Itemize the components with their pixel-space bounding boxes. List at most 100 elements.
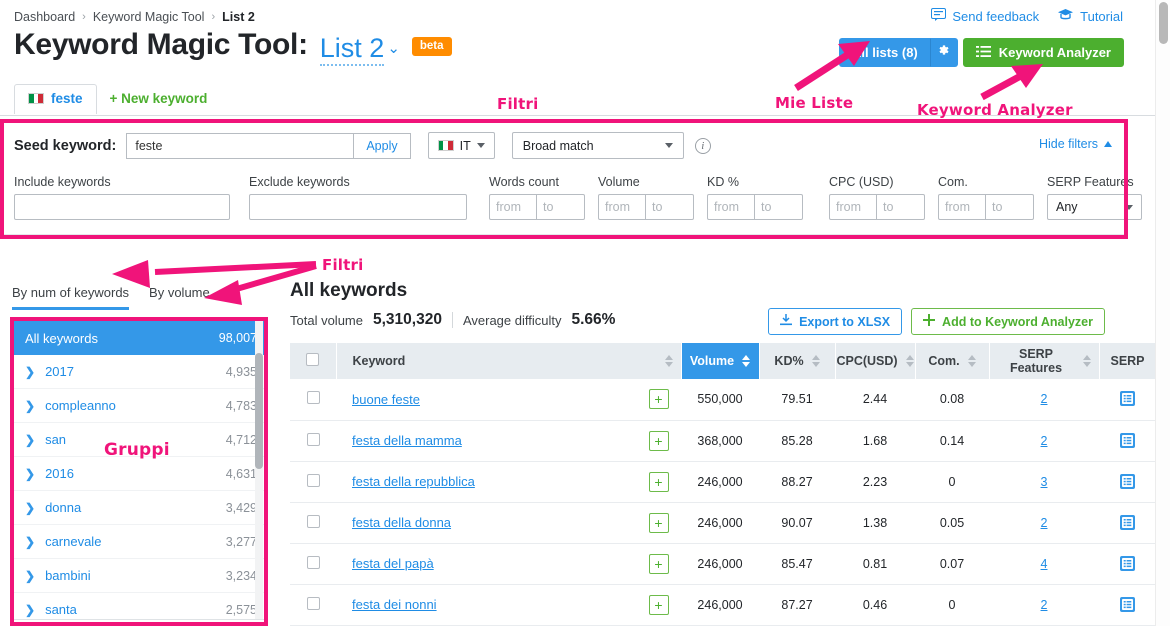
summary-divider (451, 312, 453, 328)
serp-report-icon[interactable] (1120, 473, 1136, 489)
send-feedback-link[interactable]: Send feedback (931, 8, 1039, 24)
serp-report-icon[interactable] (1120, 391, 1136, 407)
cpc-to-input[interactable] (877, 194, 925, 220)
header-cpc[interactable]: CPC(USD) (835, 343, 916, 379)
italy-flag-icon (437, 140, 454, 151)
group-row[interactable]: ❯ carnevale 3,277 (13, 525, 267, 559)
add-keyword-button[interactable]: + (648, 471, 669, 492)
group-row[interactable]: ❯ bambini 3,234 (13, 559, 267, 593)
serp-report-icon[interactable] (1120, 555, 1136, 571)
com-to-input[interactable] (986, 194, 1034, 220)
serp-features-link[interactable]: 2 (1041, 434, 1048, 448)
add-keyword-button[interactable]: + (648, 430, 669, 451)
add-to-keyword-analyzer-button[interactable]: Add to Keyword Analyzer (911, 308, 1105, 335)
include-keywords-input[interactable] (14, 194, 230, 220)
group-row[interactable]: ❯ 2017 4,935 (13, 355, 267, 389)
com-from-input[interactable] (938, 194, 986, 220)
volume-from-input[interactable] (598, 194, 646, 220)
sort-icon (811, 355, 820, 367)
header-com[interactable]: Com. (915, 343, 990, 379)
serp-features-link[interactable]: 3 (1041, 475, 1048, 489)
keywords-table: Keyword Volume KD% CPC(USD) Com. SERP Fe… (290, 343, 1157, 626)
serp-features-link[interactable]: 4 (1041, 557, 1048, 571)
chevron-right-icon[interactable]: ❯ (25, 433, 35, 447)
tab-feste[interactable]: feste (14, 84, 97, 114)
beta-badge: beta (411, 37, 452, 56)
group-row[interactable]: ❯ 2016 4,631 (13, 457, 267, 491)
new-keyword-tab[interactable]: + New keyword (97, 84, 221, 114)
page-scrollbar[interactable] (1155, 0, 1170, 626)
chevron-right-icon[interactable]: ❯ (25, 603, 35, 617)
add-keyword-button[interactable]: + (648, 553, 669, 574)
keyword-link[interactable]: buone feste (352, 392, 420, 407)
keyword-link[interactable]: festa della repubblica (352, 474, 475, 489)
breadcrumb-item-keyword-magic-tool[interactable]: Keyword Magic Tool (93, 10, 205, 24)
row-checkbox[interactable] (306, 432, 320, 446)
add-keyword-button[interactable]: + (648, 594, 669, 615)
chevron-right-icon[interactable]: ❯ (25, 467, 35, 481)
header-volume[interactable]: Volume (681, 343, 760, 379)
add-keyword-button[interactable]: + (648, 389, 669, 410)
exclude-keywords-group: Exclude keywords (249, 175, 467, 220)
words-count-from-input[interactable] (489, 194, 537, 220)
keyword-link[interactable]: festa del papà (352, 556, 434, 571)
cpc-from-input[interactable] (829, 194, 877, 220)
tutorial-link[interactable]: Tutorial (1057, 8, 1123, 24)
chevron-right-icon[interactable]: ❯ (25, 399, 35, 413)
group-row[interactable]: ❯ donna 3,429 (13, 491, 267, 525)
chevron-right-icon[interactable]: ❯ (25, 569, 35, 583)
kd-from-input[interactable] (707, 194, 755, 220)
keyword-link[interactable]: festa della mamma (352, 433, 462, 448)
chevron-right-icon[interactable]: ❯ (25, 365, 35, 379)
add-keyword-button[interactable]: + (648, 512, 669, 533)
row-checkbox[interactable] (306, 514, 320, 528)
keyword-analyzer-button[interactable]: Keyword Analyzer (962, 38, 1124, 67)
chevron-right-icon[interactable]: ❯ (25, 535, 35, 549)
match-type-select[interactable]: Broad match (511, 132, 684, 159)
words-count-to-input[interactable] (537, 194, 585, 220)
sidebar-tab-by-num-of-keywords[interactable]: By num of keywords (12, 285, 130, 310)
group-row[interactable]: ❯ san 4,712 (13, 423, 267, 457)
export-to-xlsx-button[interactable]: Export to XLSX (768, 308, 903, 335)
header-serp[interactable]: SERP (1099, 343, 1157, 379)
page-scrollbar-thumb[interactable] (1159, 2, 1168, 44)
chevron-right-icon[interactable]: ❯ (25, 501, 35, 515)
all-lists-button[interactable]: All lists (8) (839, 38, 931, 67)
header-keyword[interactable]: Keyword (336, 343, 682, 379)
row-checkbox[interactable] (306, 596, 320, 610)
volume-to-input[interactable] (646, 194, 694, 220)
language-select[interactable]: IT (427, 132, 495, 159)
list-selector[interactable]: List 2 ⌄ (319, 32, 400, 66)
info-icon[interactable]: i (694, 137, 711, 154)
export-to-xlsx-label: Export to XLSX (799, 314, 891, 329)
serp-features-link[interactable]: 2 (1041, 392, 1048, 406)
settings-gear-button[interactable] (930, 38, 958, 67)
sidebar-tab-by-volume[interactable]: By volume (149, 285, 210, 310)
header-kd[interactable]: KD% (759, 343, 836, 379)
exclude-keywords-input[interactable] (249, 194, 467, 220)
serp-features-select[interactable]: Any (1047, 194, 1142, 220)
serp-report-icon[interactable] (1120, 432, 1136, 448)
select-all-checkbox[interactable] (306, 353, 320, 366)
serp-features-link[interactable]: 2 (1041, 516, 1048, 530)
group-all-keywords-count: 98,007 (218, 331, 257, 345)
group-row[interactable]: ❯ santa 2,575 (13, 593, 267, 619)
serp-report-icon[interactable] (1120, 514, 1136, 530)
seed-keyword-input[interactable] (126, 132, 354, 159)
row-checkbox[interactable] (306, 391, 320, 405)
row-checkbox[interactable] (306, 555, 320, 569)
row-checkbox[interactable] (306, 473, 320, 487)
breadcrumb-item-dashboard[interactable]: Dashboard (14, 10, 75, 24)
apply-button[interactable]: Apply (353, 132, 411, 159)
hide-filters-toggle[interactable]: Hide filters (1039, 137, 1112, 151)
keyword-link[interactable]: festa dei nonni (352, 597, 437, 612)
group-row-all-keywords[interactable]: All keywords 98,007 (13, 321, 267, 355)
keyword-link[interactable]: festa della donna (352, 515, 451, 530)
serp-report-icon[interactable] (1120, 596, 1136, 612)
groups-scrollbar-thumb[interactable] (255, 353, 263, 469)
kd-to-input[interactable] (755, 194, 803, 220)
group-row[interactable]: ❯ compleanno 4,783 (13, 389, 267, 423)
header-serp-features[interactable]: SERP Features (989, 343, 1100, 379)
avg-difficulty-value: 5.66% (571, 311, 616, 328)
serp-features-link[interactable]: 2 (1041, 598, 1048, 612)
